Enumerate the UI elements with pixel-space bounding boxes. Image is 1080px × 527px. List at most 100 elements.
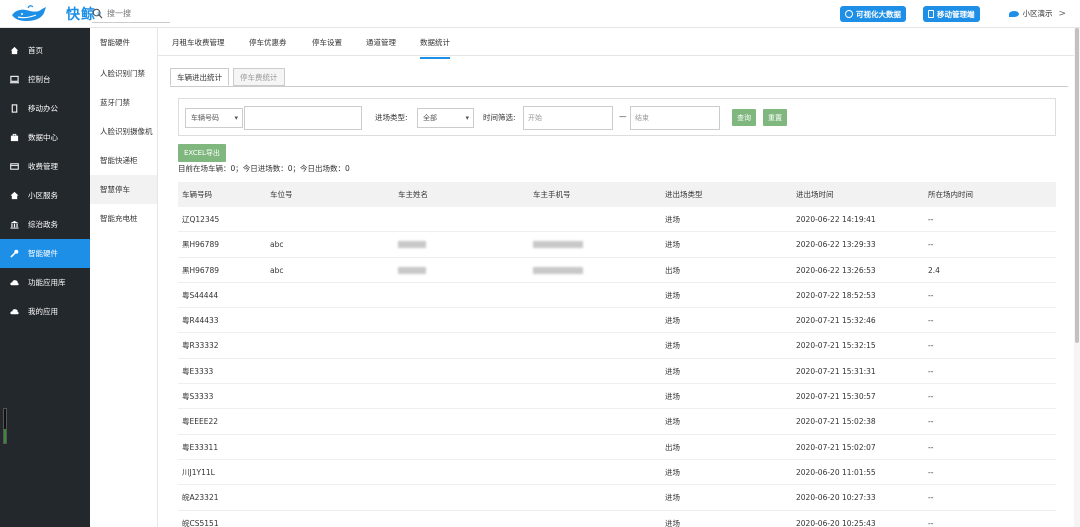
sidebar-item-1[interactable]: 控制台 bbox=[0, 65, 90, 94]
table-row[interactable]: 辽Q12345 进场 2020-06-22 14:19:41 -- bbox=[178, 207, 1056, 233]
mobile-admin-button-label: 移动管理端 bbox=[937, 9, 975, 19]
cell-plate: 川J1Y11L bbox=[182, 467, 215, 477]
sub-sidebar-item-label: 智能快递柜 bbox=[100, 156, 138, 165]
reset-button[interactable]: 重置 bbox=[763, 109, 787, 126]
mobile-icon bbox=[10, 104, 19, 113]
table-row[interactable]: 粤E3333 进场 2020-07-21 15:31:31 -- bbox=[178, 359, 1056, 385]
cell-entry-type: 进场 bbox=[665, 518, 680, 527]
plate-type-select-value: 车辆号码 bbox=[191, 114, 219, 122]
cell-owner-name bbox=[398, 232, 426, 257]
sub-sidebar-item-4[interactable]: 智慧停车 bbox=[90, 175, 157, 204]
cell-entry-time: 2020-07-21 15:02:07 bbox=[796, 442, 876, 452]
cell-plate: 粤E33311 bbox=[182, 442, 219, 452]
sidebar-item-9[interactable]: 我的应用 bbox=[0, 297, 90, 326]
globe-icon bbox=[845, 10, 853, 18]
monitor-icon bbox=[10, 75, 19, 84]
cell-entry-time: 2020-07-21 15:31:31 bbox=[796, 366, 876, 376]
mobile-admin-button[interactable]: 移动管理端 bbox=[923, 6, 980, 22]
sub-sidebar-item-1[interactable]: 蓝牙门禁 bbox=[90, 88, 157, 117]
cell-entry-type: 进场 bbox=[665, 467, 680, 477]
community-switcher[interactable]: 小区演示 > bbox=[1009, 8, 1066, 19]
tab-monthly-fee[interactable]: 月租车收费管理 bbox=[172, 37, 225, 48]
sub-sidebar-item-2[interactable]: 人脸识别摄像机 bbox=[90, 117, 157, 146]
sub-sidebar-item-label: 蓝牙门禁 bbox=[100, 98, 130, 107]
excel-export-button[interactable]: EXCEL导出 bbox=[178, 144, 226, 162]
community-name: 小区演示 bbox=[1022, 9, 1053, 18]
subtab-fee-stats[interactable]: 停车费统计 bbox=[233, 68, 285, 86]
wrench-icon bbox=[10, 249, 19, 258]
redacted-phone bbox=[533, 266, 583, 274]
sidebar-item-5[interactable]: 小区服务 bbox=[0, 181, 90, 210]
cell-plate: 粤EEEE22 bbox=[182, 417, 218, 427]
query-button[interactable]: 查询 bbox=[732, 109, 756, 126]
sidebar-item-7[interactable]: 智能硬件 bbox=[0, 239, 90, 268]
sidebar-scrollbar[interactable] bbox=[3, 408, 7, 444]
sub-sidebar-item-0[interactable]: 人脸识别门禁 bbox=[90, 59, 157, 88]
sidebar-item-8[interactable]: 功能应用库 bbox=[0, 268, 90, 297]
cell-duration: -- bbox=[928, 341, 934, 351]
main-content: 月租车收费管理 停车优惠券 停车设置 通道管理 数据统计 车辆进出统计 停车费统… bbox=[158, 28, 1080, 527]
table-row[interactable]: 粤EEEE22 进场 2020-07-21 15:02:38 -- bbox=[178, 409, 1056, 435]
logo[interactable]: 快鲸 ® bbox=[8, 3, 102, 25]
sub-sidebar-item-3[interactable]: 智能快递柜 bbox=[90, 146, 157, 175]
tab-parking-settings[interactable]: 停车设置 bbox=[312, 37, 342, 48]
col-spot: 车位号 bbox=[270, 190, 293, 199]
vehicle-stats-summary: 目前在场车辆：0；今日进场数：0；今日出场数：0 bbox=[178, 164, 350, 173]
sub-sidebar-title: 智能硬件 bbox=[100, 37, 130, 47]
cell-entry-time: 2020-06-22 13:26:53 bbox=[796, 265, 876, 275]
start-date-input[interactable]: 开始 bbox=[523, 106, 613, 130]
sidebar-item-4[interactable]: 收费管理 bbox=[0, 152, 90, 181]
table-row[interactable]: 皖CS5151 进场 2020-06-20 10:25:43 -- bbox=[178, 511, 1056, 527]
subtab-divider bbox=[170, 86, 1068, 87]
cell-entry-type: 进场 bbox=[665, 417, 680, 427]
sub-sidebar: 智能硬件 人脸识别门禁蓝牙门禁人脸识别摄像机智能快递柜智慧停车智能充电桩 bbox=[90, 28, 158, 527]
search-icon bbox=[92, 8, 103, 19]
tab-data-stats[interactable]: 数据统计 bbox=[420, 37, 450, 59]
search-box[interactable] bbox=[92, 5, 170, 23]
sidebar-item-3[interactable]: 数据中心 bbox=[0, 123, 90, 152]
end-date-input[interactable]: 结束 bbox=[630, 106, 720, 130]
redacted-name bbox=[398, 266, 426, 274]
cloud-icon bbox=[10, 307, 19, 316]
cell-entry-type: 进场 bbox=[665, 290, 680, 300]
cell-entry-type: 进场 bbox=[665, 215, 680, 224]
table-row[interactable]: 粤S44444 进场 2020-07-22 18:52:53 -- bbox=[178, 283, 1056, 309]
cell-owner-phone bbox=[533, 258, 583, 283]
bigdata-button[interactable]: 可视化大数据 bbox=[840, 6, 906, 22]
search-input[interactable] bbox=[107, 9, 162, 18]
cell-plate: 皖A23321 bbox=[182, 493, 219, 503]
sub-sidebar-item-label: 智能充电桩 bbox=[100, 214, 138, 223]
sub-sidebar-item-5[interactable]: 智能充电桩 bbox=[90, 204, 157, 233]
cell-duration: -- bbox=[928, 442, 934, 452]
vehicle-records-table: 车辆号码 车位号 车主姓名 车主手机号 进出场类型 进出场时间 所在场内时间 辽… bbox=[178, 182, 1056, 527]
redacted-phone bbox=[533, 241, 583, 249]
sidebar-item-label: 我的应用 bbox=[28, 307, 58, 316]
table-row[interactable]: 川J1Y11L 进场 2020-06-20 11:01:55 -- bbox=[178, 460, 1056, 486]
phone-icon bbox=[928, 10, 934, 18]
table-row[interactable]: 粤S3333 进场 2020-07-21 15:30:57 -- bbox=[178, 384, 1056, 410]
table-row[interactable]: 粤R33332 进场 2020-07-21 15:32:15 -- bbox=[178, 333, 1056, 359]
entry-type-select[interactable]: 全部 ▾ bbox=[417, 108, 474, 128]
table-row[interactable]: 皖A23321 进场 2020-06-20 10:27:33 -- bbox=[178, 485, 1056, 511]
plate-type-select[interactable]: 车辆号码 ▾ bbox=[185, 108, 243, 128]
cell-entry-time: 2020-06-20 10:27:33 bbox=[796, 493, 876, 503]
sidebar-item-6[interactable]: 综治政务 bbox=[0, 210, 90, 239]
sidebar-item-label: 收费管理 bbox=[28, 162, 58, 171]
cell-plate: 辽Q12345 bbox=[182, 215, 220, 224]
page-scrollbar[interactable] bbox=[1074, 28, 1080, 527]
sidebar-item-label: 控制台 bbox=[28, 75, 51, 84]
col-owner-phone: 车主手机号 bbox=[533, 190, 571, 199]
plate-number-input[interactable] bbox=[244, 106, 362, 130]
table-row[interactable]: 黑H96789 abc 进场 2020-06-22 13:29:33 -- bbox=[178, 232, 1056, 258]
table-row[interactable]: 粤E33311 出场 2020-07-21 15:02:07 -- bbox=[178, 435, 1056, 460]
subtab-vehicle-stats[interactable]: 车辆进出统计 bbox=[170, 68, 229, 86]
sidebar-item-0[interactable]: 首页 bbox=[0, 36, 90, 65]
tab-channel[interactable]: 通道管理 bbox=[366, 37, 396, 48]
table-row[interactable]: 粤R44433 进场 2020-07-21 15:32:46 -- bbox=[178, 308, 1056, 334]
sidebar-item-2[interactable]: 移动办公 bbox=[0, 94, 90, 123]
table-row[interactable]: 黑H96789 abc 出场 2020-06-22 13:26:53 2.4 bbox=[178, 258, 1056, 283]
sidebar-item-label: 智能硬件 bbox=[28, 249, 58, 258]
tab-coupon[interactable]: 停车优惠券 bbox=[249, 37, 287, 48]
cell-entry-type: 进场 bbox=[665, 240, 680, 250]
page-scrollbar-thumb[interactable] bbox=[1075, 28, 1079, 343]
